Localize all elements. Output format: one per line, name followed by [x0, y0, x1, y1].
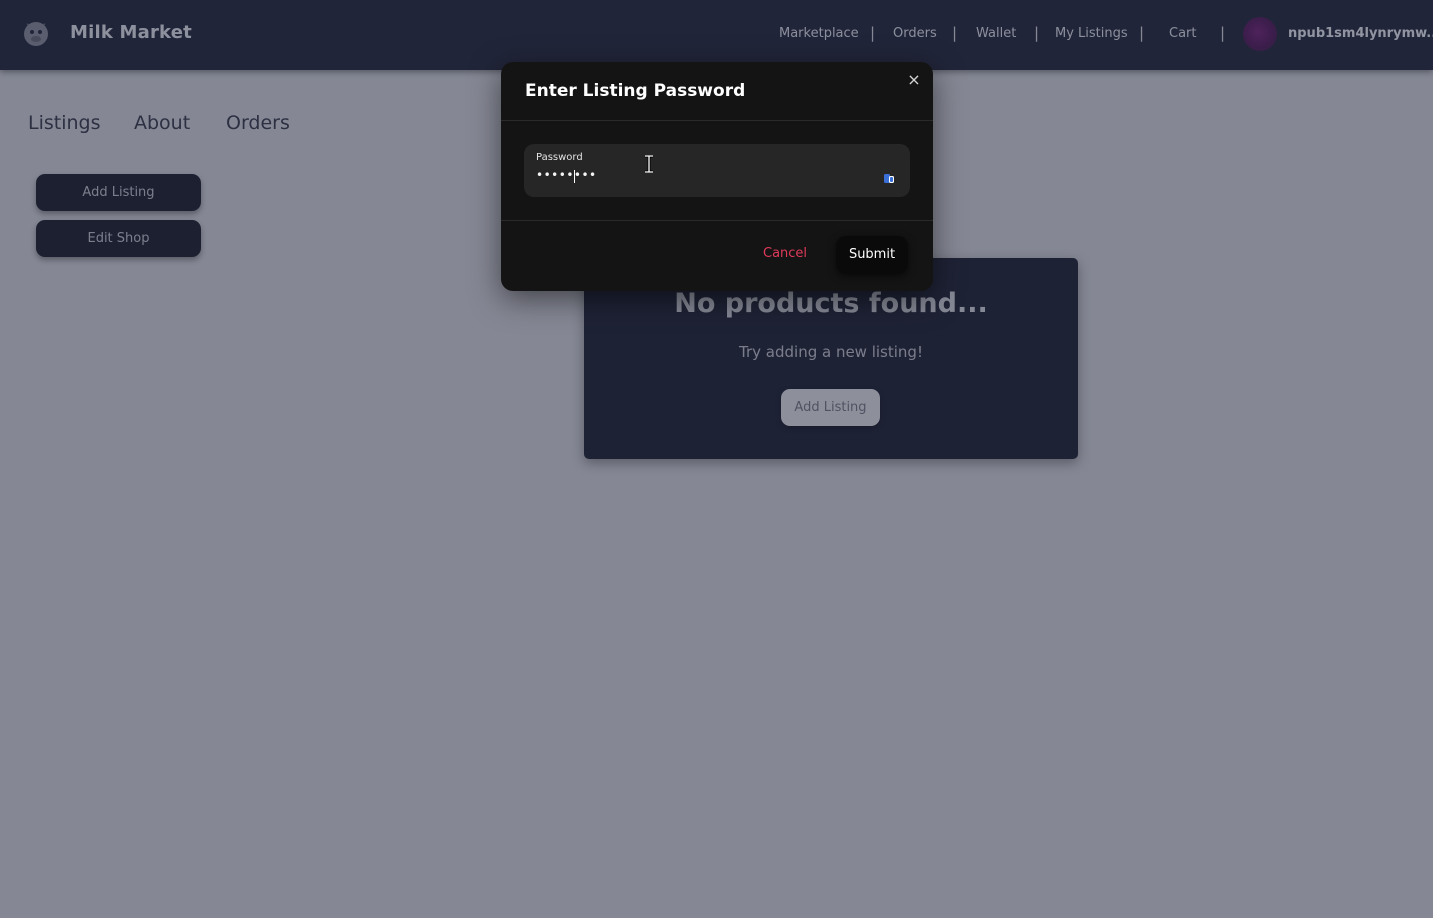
submit-button[interactable]: Submit — [836, 236, 908, 274]
password-label: Password — [536, 152, 583, 163]
cancel-button[interactable]: Cancel — [763, 246, 807, 261]
modal-title: Enter Listing Password — [525, 81, 746, 101]
modal-divider — [501, 120, 933, 121]
password-field[interactable]: Password •••••••• — [524, 144, 910, 197]
password-reveal-icon[interactable] — [882, 171, 896, 185]
close-icon[interactable]: × — [905, 71, 923, 89]
password-modal: Enter Listing Password × Password ••••••… — [501, 62, 933, 291]
password-value[interactable]: •••••••• — [536, 168, 597, 182]
text-cursor-icon — [645, 155, 653, 173]
text-caret — [574, 170, 575, 183]
modal-divider — [501, 220, 933, 221]
